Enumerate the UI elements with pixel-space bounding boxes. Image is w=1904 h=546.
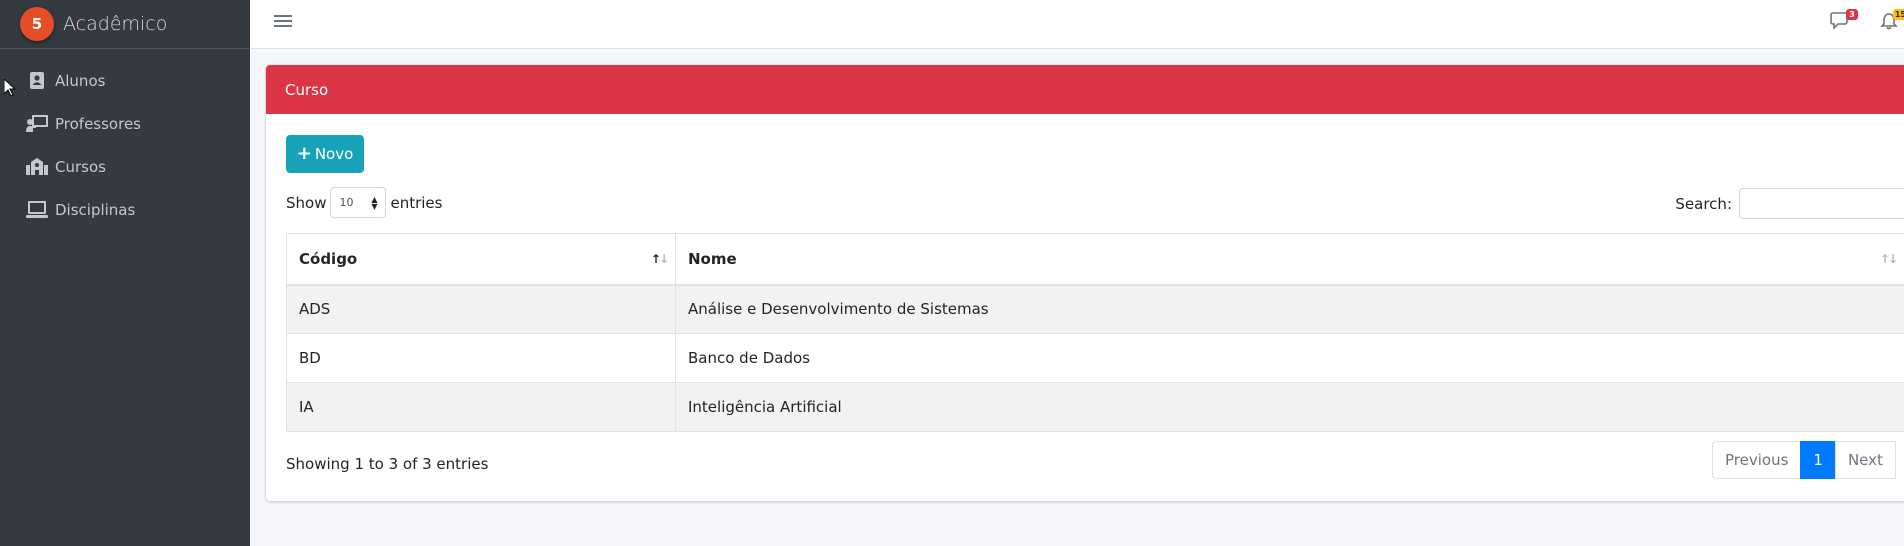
pagination: Previous 1 Next [1712,441,1896,479]
menu-toggle-icon[interactable] [274,12,292,30]
sidebar-item-professores[interactable]: Professores [0,102,250,145]
curso-card: Curso + Novo Show 10 ▲ ▼ entries Search: … [266,65,1904,501]
pagination-previous[interactable]: Previous [1712,441,1802,479]
cell-nome: Análise e Desenvolvimento de Sistemas [675,284,1904,334]
column-header-codigo[interactable]: Código ↑↓ [286,233,676,286]
table-header-row: Código ↑↓ Nome ↑↓ [286,233,1904,286]
sort-asc-icon: ↑↓ [650,252,669,266]
cell-codigo: ADS [286,284,676,334]
new-button-label: Novo [314,145,354,163]
messages-button[interactable]: 3 [1830,9,1858,34]
plus-icon: + [296,143,312,164]
mouse-cursor-icon [4,79,16,97]
cell-nome: Inteligência Artificial [675,382,1904,432]
pagination-page-1[interactable]: 1 [1800,441,1836,479]
sidebar: 5 Acadêmico Alunos Professores Cursos Di… [0,0,250,546]
school-icon [26,157,48,177]
search-input[interactable] [1739,188,1904,219]
notifications-badge: 15 [1892,9,1904,20]
chalkboard-teacher-icon [26,114,48,134]
sidebar-item-label: Cursos [55,157,106,176]
sidebar-item-disciplinas[interactable]: Disciplinas [0,188,250,231]
sidebar-item-label: Disciplinas [55,200,136,219]
sidebar-item-label: Professores [55,114,141,133]
entries-select-value: 10 [339,196,354,209]
top-navbar: 3 15 [250,0,1904,49]
sort-icon: ↑↓ [1879,252,1898,266]
courses-table: Código ↑↓ Nome ↑↓ ADS Análise e Desenvol… [286,233,1904,432]
sidebar-item-alunos[interactable]: Alunos [0,59,250,102]
sidebar-nav: Alunos Professores Cursos Disciplinas [0,49,250,231]
html5-logo-icon: 5 [20,7,54,41]
table-row[interactable]: BD Banco de Dados [286,333,1904,383]
search-label: Search: [1675,194,1732,213]
cell-nome: Banco de Dados [675,333,1904,383]
entries-label: entries [390,193,443,212]
pagination-next[interactable]: Next [1834,441,1896,479]
laptop-icon [26,200,48,220]
notifications-button[interactable]: 15 [1880,9,1904,34]
messages-badge: 3 [1846,9,1858,20]
sidebar-item-cursos[interactable]: Cursos [0,145,250,188]
table-info: Showing 1 to 3 of 3 entries [286,455,489,473]
cell-codigo: BD [286,333,676,383]
search-control: Search: [1675,188,1904,219]
table-row[interactable]: IA Inteligência Artificial [286,382,1904,432]
select-arrows-icon: ▲ ▼ [371,194,378,211]
column-header-nome[interactable]: Nome ↑↓ [675,233,1904,286]
entries-length-control: Show 10 ▲ ▼ entries [286,187,442,218]
table-row[interactable]: ADS Análise e Desenvolvimento de Sistema… [286,284,1904,334]
show-label: Show [286,193,327,212]
card-header: Curso [266,65,1904,114]
brand-name: Acadêmico [63,13,168,35]
new-button[interactable]: + Novo [286,135,364,173]
entries-select[interactable]: 10 ▲ ▼ [330,187,387,218]
brand-link[interactable]: 5 Acadêmico [0,0,250,49]
sidebar-item-label: Alunos [55,71,106,90]
card-title: Curso [285,80,329,99]
address-card-icon [26,71,48,91]
cell-codigo: IA [286,382,676,432]
